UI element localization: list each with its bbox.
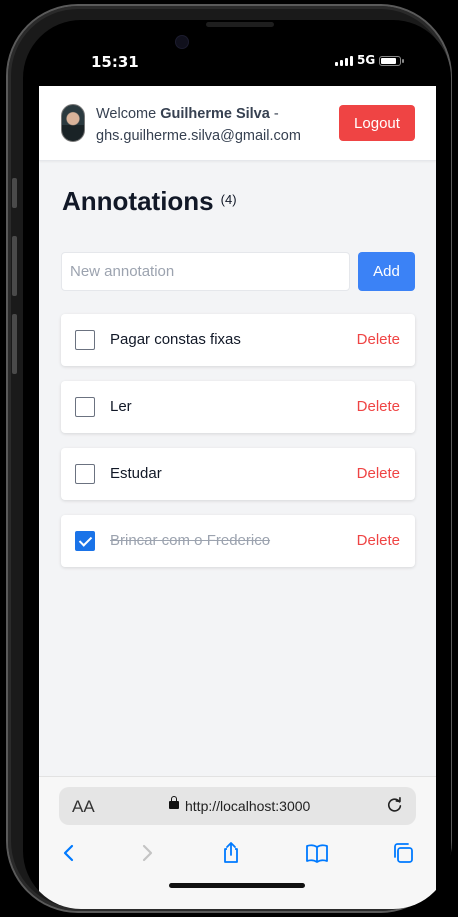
annotation-text: Pagar constas fixas (110, 331, 241, 348)
share-icon[interactable] (219, 841, 243, 865)
welcome-text: Welcome (96, 106, 157, 122)
annotation-text: Estudar (110, 465, 162, 482)
add-button[interactable]: Add (358, 252, 415, 291)
annotation-text: Brincar com o Frederico (110, 532, 271, 549)
url-text: http://localhost:3000 (185, 798, 311, 814)
address-bar[interactable]: AA http://localhost:3000 (59, 787, 416, 825)
signal-icon (335, 56, 353, 66)
user-email: ghs.guilherme.silva@gmail.com (96, 128, 301, 144)
status-time: 15:31 (91, 53, 139, 71)
annotation-card: Ler Delete (61, 381, 415, 433)
user-info: Welcome Guilherme Silva - ghs.guilherme.… (96, 103, 301, 147)
reload-icon[interactable] (386, 796, 404, 814)
annotation-checkbox-checked[interactable] (75, 531, 95, 551)
new-annotation-input[interactable]: New annotation (61, 252, 350, 291)
text-size-button[interactable]: AA (72, 797, 95, 817)
annotation-card: Brincar com o Frederico Delete (61, 515, 415, 567)
browser-toolbar: AA http://localhost:3000 (39, 776, 436, 909)
camera-icon (176, 36, 188, 48)
app-header: Welcome Guilherme Silva - ghs.guilherme.… (39, 86, 436, 161)
annotation-count: (4) (220, 192, 237, 207)
delete-button[interactable]: Delete (357, 331, 400, 348)
name-separator: - (269, 106, 279, 122)
annotation-checkbox[interactable] (75, 464, 95, 484)
annotation-checkbox[interactable] (75, 330, 95, 350)
logout-button[interactable]: Logout (339, 105, 415, 141)
phone-frame: 15:31 5G Welcome Guilherme Silva - ghs.g… (8, 6, 451, 911)
avatar (61, 104, 85, 142)
page-title: Annotations (62, 186, 214, 216)
home-indicator (169, 883, 305, 888)
app-content: Welcome Guilherme Silva - ghs.guilherme.… (39, 86, 436, 776)
delete-button[interactable]: Delete (357, 532, 400, 549)
delete-button[interactable]: Delete (357, 465, 400, 482)
title-row: Annotations (4) (62, 186, 237, 217)
status-bar: 15:31 5G (23, 20, 451, 86)
volume-down-button (12, 314, 17, 374)
user-name: Guilherme Silva (160, 106, 270, 122)
text-size-label: AA (72, 797, 95, 816)
screen: 15:31 5G Welcome Guilherme Silva - ghs.g… (23, 20, 451, 909)
network-label: 5G (357, 53, 376, 67)
mute-switch (12, 178, 17, 208)
annotation-card: Estudar Delete (61, 448, 415, 500)
speaker (206, 22, 274, 27)
delete-button[interactable]: Delete (357, 398, 400, 415)
tabs-icon[interactable] (391, 841, 415, 865)
volume-up-button (12, 236, 17, 296)
battery-icon (379, 56, 404, 66)
lock-icon (169, 796, 179, 809)
forward-icon[interactable] (135, 841, 159, 865)
back-icon[interactable] (57, 841, 81, 865)
annotation-text: Ler (110, 398, 132, 415)
annotation-card: Pagar constas fixas Delete (61, 314, 415, 366)
bookmarks-icon[interactable] (305, 841, 329, 865)
annotation-checkbox[interactable] (75, 397, 95, 417)
